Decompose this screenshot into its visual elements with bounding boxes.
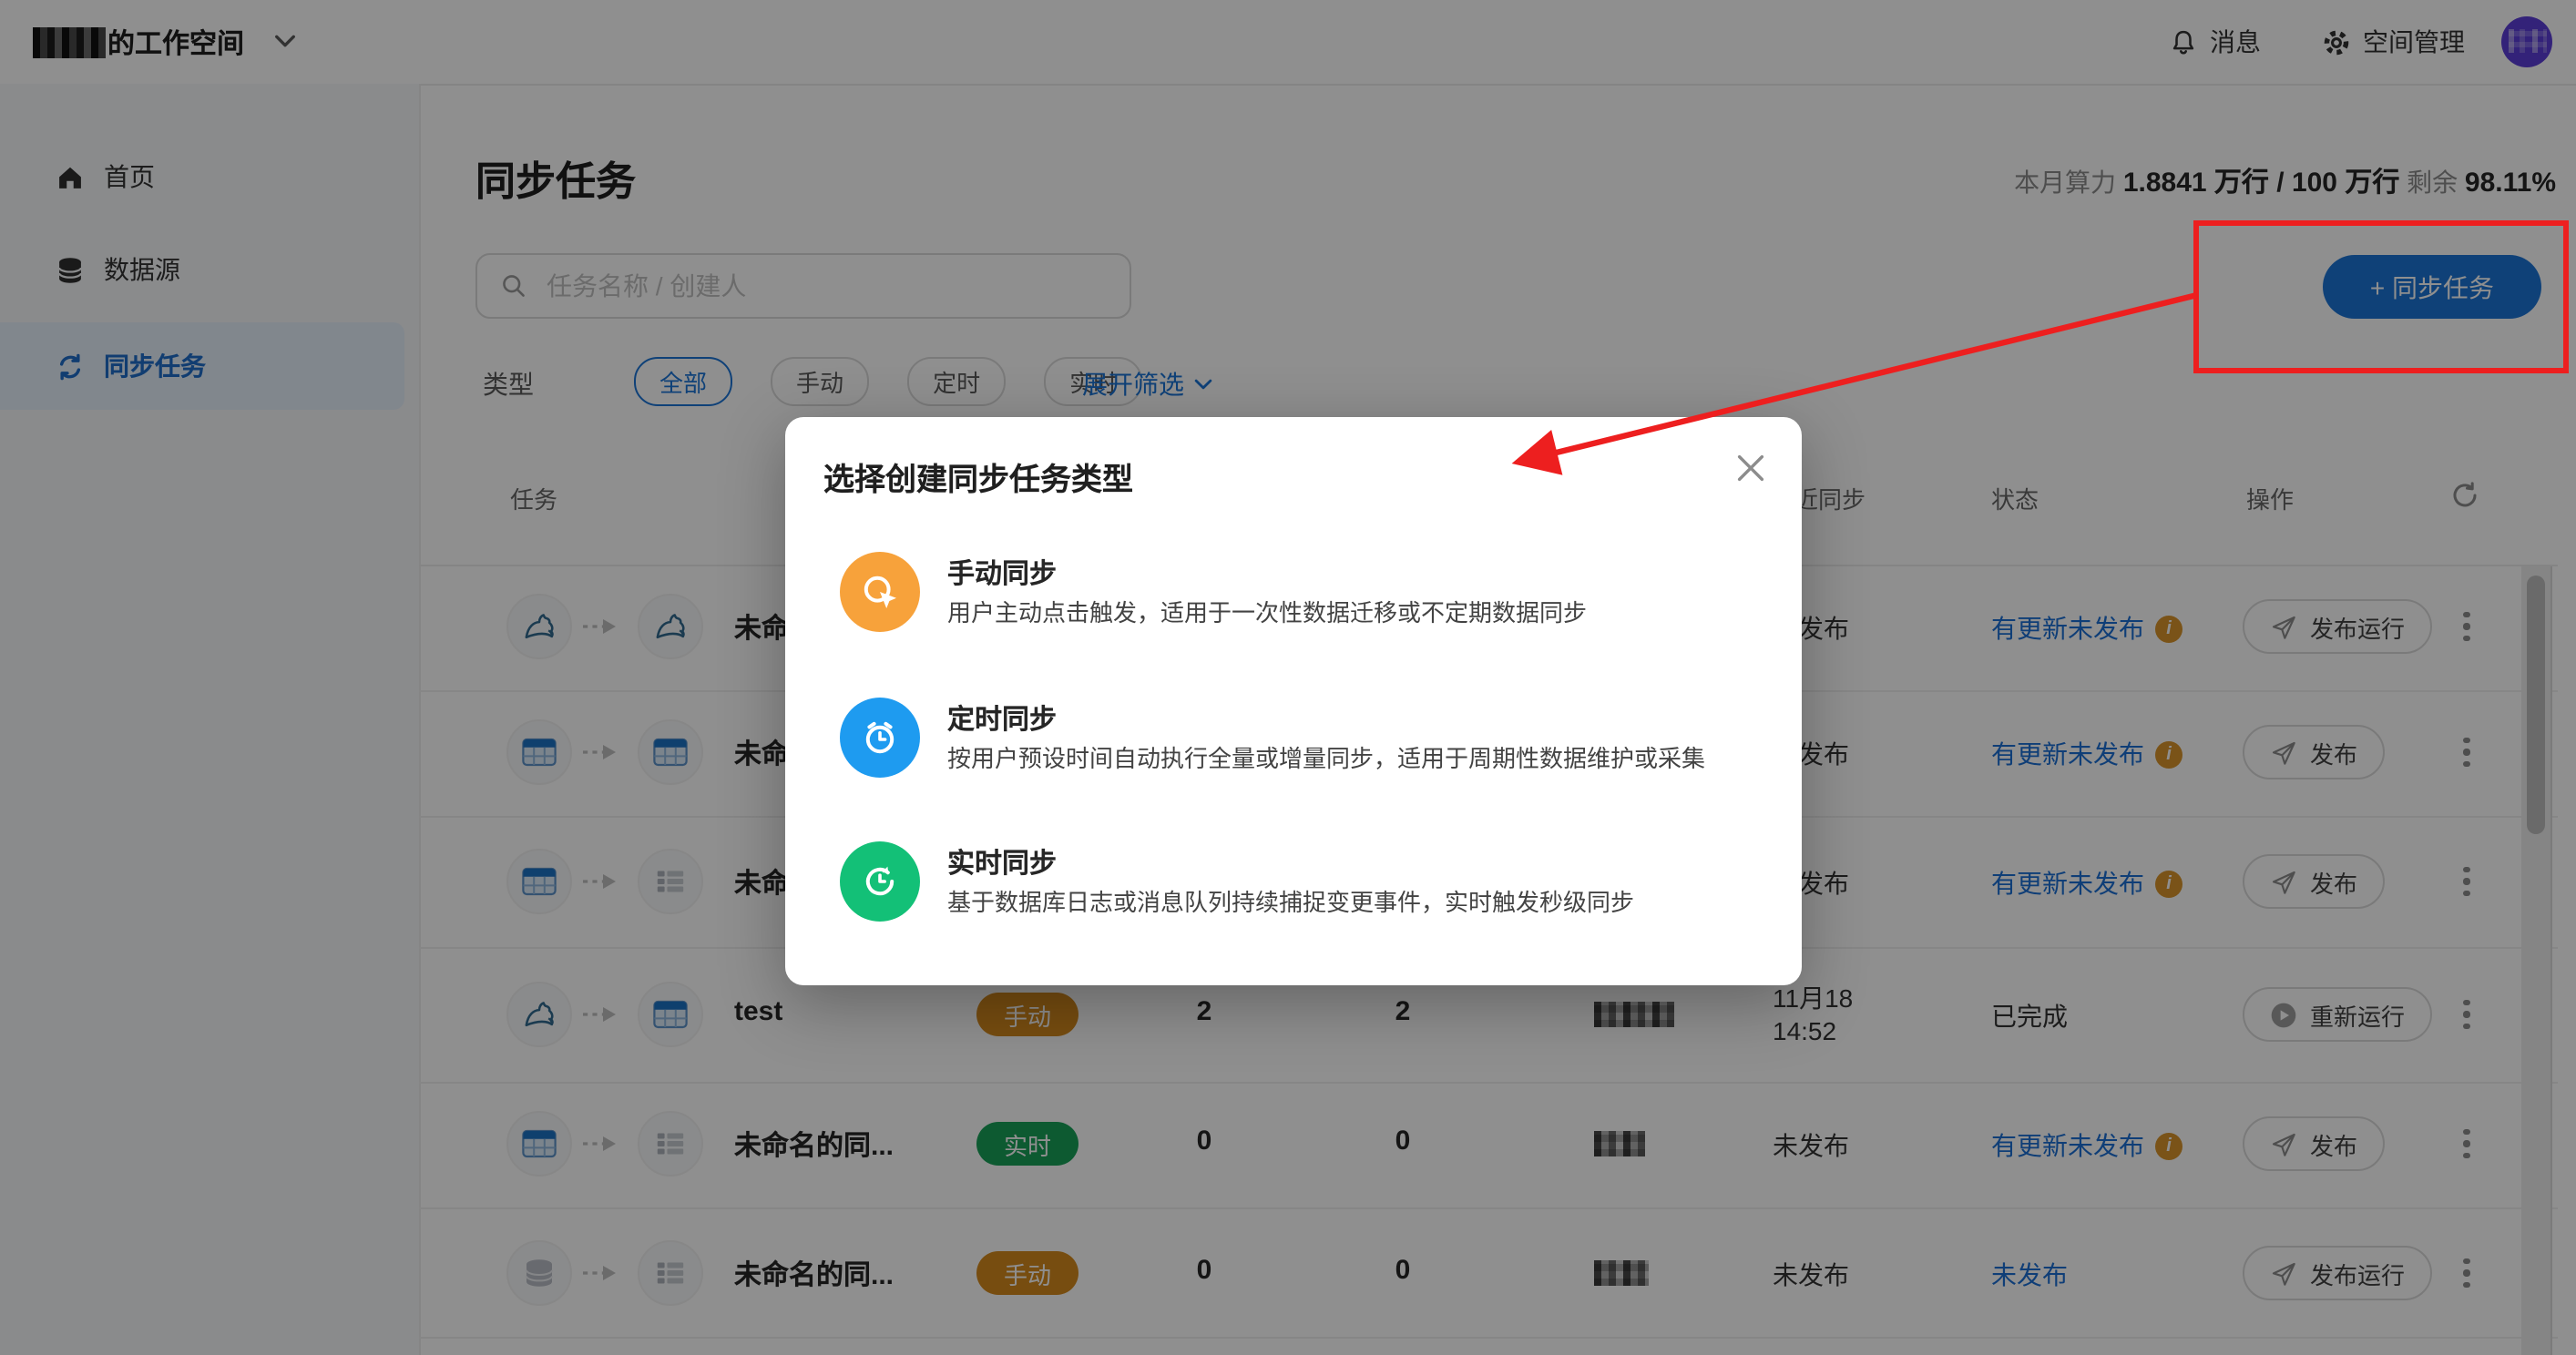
realtime-sync-icon-circle xyxy=(840,841,920,922)
option-desc: 用户主动点击触发，适用于一次性数据迁移或不定期数据同步 xyxy=(947,594,1587,628)
manual-sync-icon-circle xyxy=(840,552,920,632)
option-title: 实时同步 xyxy=(947,843,1057,881)
create-sync-task-modal: 选择创建同步任务类型 手动同步 用户主动点击触发，适用于一次性数据迁移或不定期数… xyxy=(785,417,1802,985)
option-scheduled-sync[interactable]: 定时同步 按用户预设时间自动执行全量或增量同步，适用于周期性数据维护或采集 xyxy=(840,698,1751,810)
app-root: 的工作空间 消息 空间管理 首页 数据源 同步任务 同步任务 本月算力 xyxy=(0,0,2576,1355)
option-manual-sync[interactable]: 手动同步 用户主动点击触发，适用于一次性数据迁移或不定期数据同步 xyxy=(840,552,1751,665)
annotation-highlight-box xyxy=(2193,220,2569,373)
cursor-click-icon xyxy=(860,572,900,612)
modal-title: 选择创建同步任务类型 xyxy=(823,453,1133,499)
scheduled-sync-icon-circle xyxy=(840,698,920,778)
option-title: 定时同步 xyxy=(947,699,1057,738)
realtime-sync-icon xyxy=(860,861,900,902)
option-desc: 按用户预设时间自动执行全量或增量同步，适用于周期性数据维护或采集 xyxy=(947,739,1705,774)
option-realtime-sync[interactable]: 实时同步 基于数据库日志或消息队列持续捕捉变更事件，实时触发秒级同步 xyxy=(840,841,1751,954)
close-icon[interactable] xyxy=(1734,452,1767,484)
option-title: 手动同步 xyxy=(947,554,1057,592)
option-desc: 基于数据库日志或消息队列持续捕捉变更事件，实时触发秒级同步 xyxy=(947,883,1634,918)
alarm-clock-icon xyxy=(860,718,900,758)
